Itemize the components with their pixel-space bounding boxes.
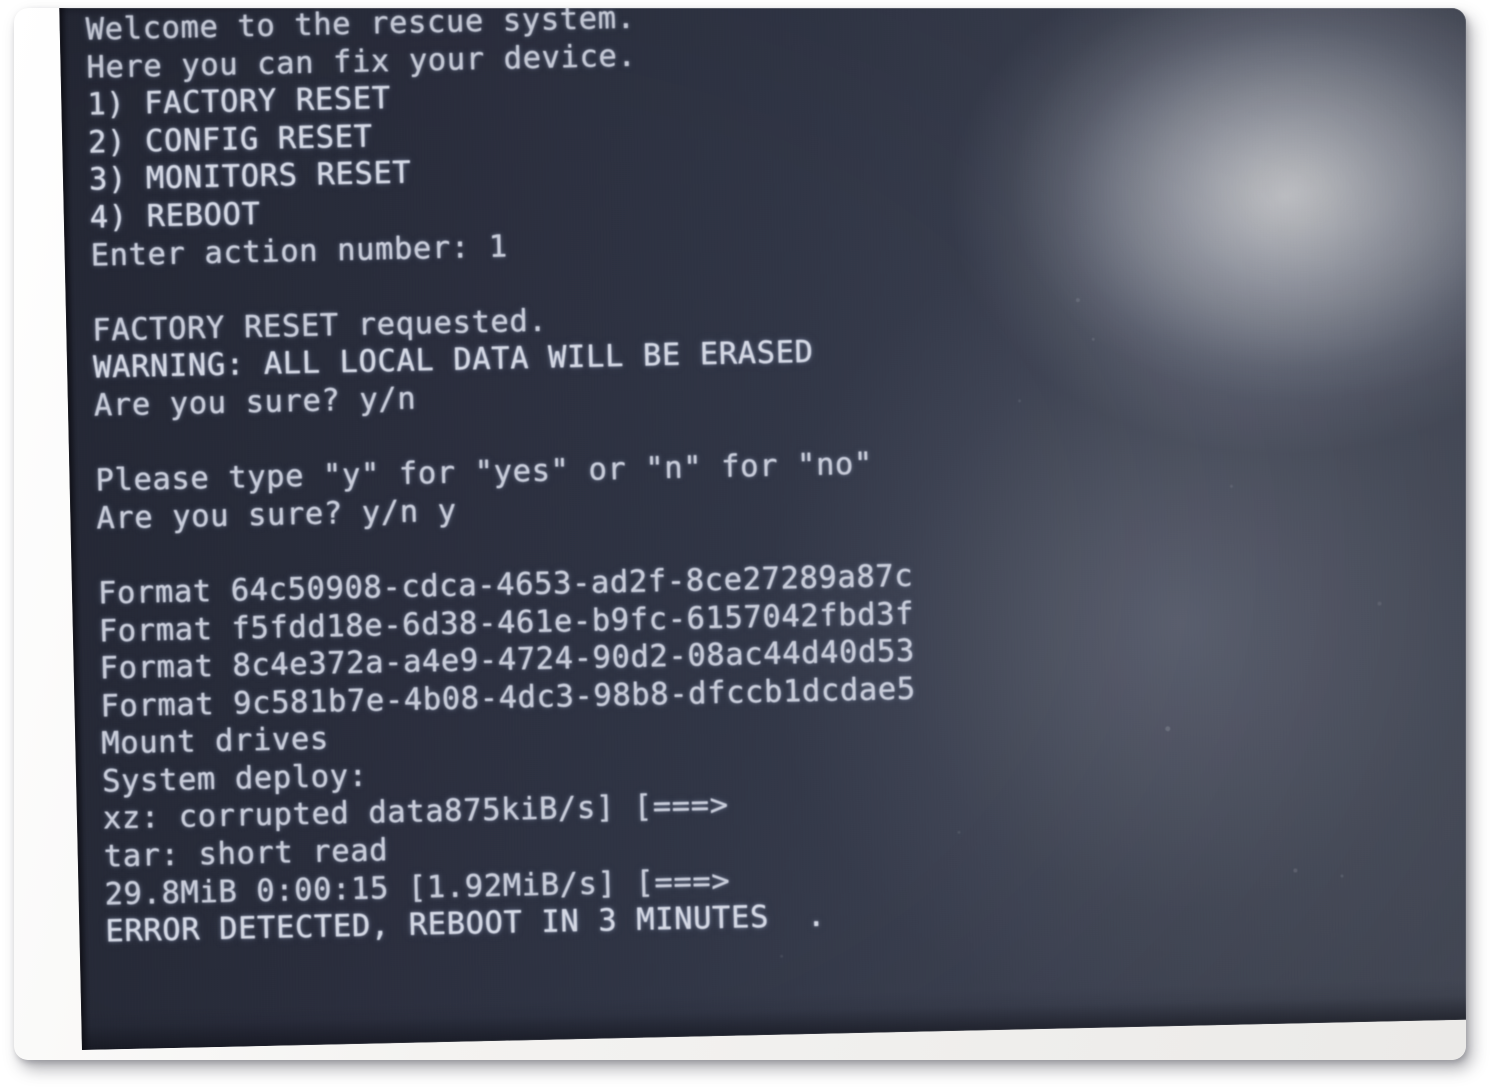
console-line-prompt-action: Enter action number: 1 xyxy=(90,229,509,274)
console-line-menu-3: 3) MONITORS RESET xyxy=(88,155,412,199)
console-text-output: Welcome to the rescue system. Here you ca… xyxy=(85,8,1395,951)
console-line-system-deploy: System deploy: xyxy=(101,758,368,800)
console-line-confirm-1: Are you sure? y/n xyxy=(93,381,417,424)
monitor-screen: Welcome to the rescue system. Here you ca… xyxy=(58,8,1466,1050)
dust-speck xyxy=(1091,337,1095,341)
monitor-top-bezel-shadow xyxy=(58,8,1466,17)
dust-speck xyxy=(1075,298,1080,303)
console-line-tar-error: tar: short read xyxy=(103,833,389,875)
console-line-menu-2: 2) CONFIG RESET xyxy=(87,119,373,161)
screen-grain-texture xyxy=(58,8,1466,1050)
dust-speck xyxy=(1018,399,1022,403)
console-line-fatal-error: ERROR DETECTED, REBOOT IN 3 MINUTES . xyxy=(105,898,827,950)
screen-glare-overlay xyxy=(58,8,1466,1050)
console-line-format-3: Format 8c4e372a-a4e9-4724-90d2-08ac44d40… xyxy=(99,633,916,687)
console-line-blank-3 xyxy=(97,510,1388,576)
console-line-format-2: Format f5fdd18e-6d38-461e-b9fc-6157042fb… xyxy=(98,596,915,650)
console-line-confirm-2: Are you sure? y/n y xyxy=(96,493,458,537)
console-line-menu-1: 1) FACTORY RESET xyxy=(87,81,392,123)
dust-speck xyxy=(1229,484,1234,488)
dust-speck xyxy=(1377,601,1382,606)
dust-speck xyxy=(957,830,961,834)
monitor-screen-wrapper: Welcome to the rescue system. Here you ca… xyxy=(58,8,1466,1050)
console-line-progress: 29.8MiB 0:00:15 [1.92MiB/s] [===> xyxy=(104,863,731,913)
dust-speck xyxy=(1165,726,1171,732)
console-line-format-1: Format 64c50908-cdca-4653-ad2f-8ce27289a… xyxy=(97,558,914,612)
screen-vignette-overlay xyxy=(58,8,1466,1050)
console-line-xz-error: xz: corrupted data875kiB/s] [===> xyxy=(102,788,729,837)
console-line-reset-requested: FACTORY RESET requested. xyxy=(91,303,548,349)
console-line-welcome: Welcome to the rescue system. xyxy=(85,8,636,48)
console-line-warning: WARNING: ALL LOCAL DATA WILL BE ERASED xyxy=(92,335,814,386)
dust-speck xyxy=(780,954,784,958)
photo-frame: Welcome to the rescue system. Here you ca… xyxy=(14,8,1466,1060)
dust-speck xyxy=(1293,868,1298,873)
console-line-hint-yn: Please type "y" for "yes" or "n" for "no… xyxy=(95,446,874,499)
console-line-blank-2 xyxy=(94,397,1385,463)
console-line-subtitle: Here you can fix your device. xyxy=(86,38,637,86)
console-line-menu-4: 4) REBOOT xyxy=(89,196,261,236)
dust-speck xyxy=(1340,874,1344,878)
console-line-blank-1 xyxy=(91,247,1382,313)
console-line-format-4: Format 9c581b7e-4b08-4dc3-98b8-dfccb1dcd… xyxy=(100,671,917,725)
console-line-mount-drives: Mount drives xyxy=(100,721,330,762)
photo-blur-overlay xyxy=(58,8,1466,1050)
